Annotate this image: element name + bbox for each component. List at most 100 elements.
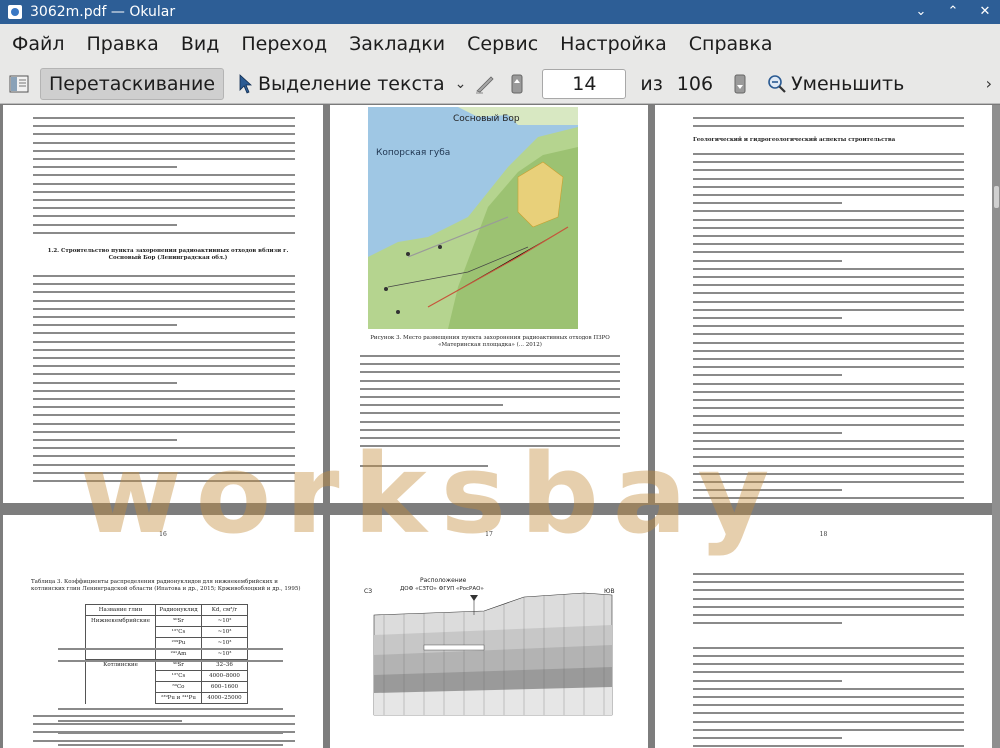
zoom-out-button[interactable]: Уменьшить	[767, 73, 904, 95]
text-line	[693, 646, 964, 649]
text-line	[33, 381, 178, 384]
text-line	[693, 614, 964, 616]
scrollbar-thumb[interactable]	[994, 186, 999, 208]
text-line	[33, 215, 295, 218]
text-line	[693, 464, 964, 467]
text-line	[693, 125, 964, 128]
section-subtitle: ДОФ «СЗТО» ФГУП «РосРАО»	[400, 586, 484, 592]
text-line	[693, 161, 964, 164]
menu-go[interactable]: Переход	[241, 33, 327, 55]
text-line	[33, 182, 295, 185]
close-icon[interactable]: ✕	[976, 3, 994, 21]
text-line	[58, 660, 283, 662]
text-line	[360, 363, 620, 366]
text-line	[360, 437, 620, 439]
table-header: Радионуклид	[155, 604, 202, 616]
text-line	[693, 235, 964, 237]
page-number-input[interactable]: 14	[542, 68, 627, 99]
location-map: Сосновый Бор Копорская губа	[368, 107, 578, 329]
text-line	[360, 404, 503, 407]
menu-settings[interactable]: Настройка	[560, 33, 667, 55]
text-line	[693, 589, 964, 592]
browse-tool-button[interactable]: Перетаскивание	[40, 67, 225, 100]
section-left-mark: СЗ	[364, 588, 372, 595]
text-line	[33, 316, 295, 318]
text-line	[33, 190, 295, 193]
page-up-icon	[511, 74, 523, 93]
table-cell: ~10³	[201, 648, 248, 660]
text-line	[693, 737, 843, 739]
text-line	[33, 231, 295, 234]
text-line	[693, 300, 964, 303]
section-right-mark: ЮВ	[604, 588, 615, 595]
table-cell	[85, 670, 156, 682]
menu-bar: Файл Правка Вид Переход Закладки Сервис …	[0, 24, 1000, 64]
text-line	[693, 177, 964, 180]
text-line	[33, 471, 295, 474]
pdf-page-16-top: Геологический и гидрогеологический аспек…	[655, 105, 992, 503]
text-line	[33, 422, 295, 425]
text-line	[693, 218, 964, 221]
menu-view[interactable]: Вид	[181, 33, 220, 55]
document-viewer[interactable]: 1.2. Строительство пункта захоронения ра…	[0, 105, 1000, 748]
text-line	[693, 687, 964, 690]
next-page-button[interactable]	[727, 71, 753, 97]
text-line	[693, 374, 843, 377]
annotation-pen-button[interactable]	[472, 71, 498, 97]
text-line	[693, 497, 964, 500]
text-line	[33, 348, 295, 351]
text-line	[33, 324, 178, 327]
text-line	[693, 745, 964, 748]
map-caption: Рисунок 3. Место размещения пункта захор…	[370, 335, 610, 348]
menu-bookmarks[interactable]: Закладки	[349, 33, 445, 55]
toolbar-overflow-icon[interactable]: ›	[986, 74, 992, 93]
total-pages-label: 106	[676, 72, 714, 95]
maximize-icon[interactable]: ⌃	[944, 3, 962, 21]
text-line	[33, 414, 295, 417]
text-line	[693, 663, 964, 666]
zoom-out-label: Уменьшить	[791, 72, 905, 95]
text-line	[693, 581, 964, 584]
text-line	[693, 704, 964, 707]
table-cell: 4000–8000	[201, 670, 248, 682]
text-line	[693, 194, 964, 196]
sidebar-toggle-button[interactable]	[6, 71, 32, 97]
table-cell	[85, 648, 156, 660]
previous-page-button[interactable]	[504, 71, 530, 97]
text-line	[33, 166, 178, 169]
text-line	[693, 333, 964, 336]
menu-help[interactable]: Справка	[689, 33, 773, 55]
text-line	[693, 605, 964, 608]
map-label-sosnovy-bor: Сосновый Бор	[453, 114, 520, 124]
chevron-down-icon[interactable]: ⌄	[455, 76, 467, 92]
text-line	[693, 308, 964, 311]
table-cell: ¹³⁷Cs	[155, 670, 202, 682]
menu-tools[interactable]: Сервис	[467, 33, 538, 55]
table-row: ¹³⁷Cs ~10³	[85, 626, 248, 638]
text-select-tool-button[interactable]: Выделение текста	[238, 73, 445, 95]
text-select-label: Выделение текста	[258, 72, 445, 95]
table-cell: ²⁴¹Am	[155, 648, 202, 660]
minimize-icon[interactable]: ⌄	[912, 3, 930, 21]
table-row: ¹³⁷Cs 4000–8000	[85, 670, 248, 682]
p14-heading: 1.2. Строительство пункта захоронения ра…	[47, 248, 289, 261]
menu-edit[interactable]: Правка	[87, 33, 159, 55]
table-cell: ~10³	[201, 626, 248, 638]
text-line	[33, 283, 295, 286]
table-cell: ~10³	[201, 637, 248, 649]
text-line	[693, 712, 964, 715]
menu-file[interactable]: Файл	[12, 33, 65, 55]
table-cell	[85, 626, 156, 638]
table-row: ²³⁹Pu ~10³	[85, 637, 248, 649]
text-line	[33, 275, 295, 277]
text-line	[693, 720, 964, 723]
text-line	[33, 357, 295, 359]
text-line	[58, 708, 283, 710]
text-line	[693, 423, 964, 426]
text-line	[360, 445, 620, 448]
text-line	[33, 117, 295, 119]
text-line	[693, 210, 964, 213]
text-line	[693, 169, 964, 172]
text-line	[360, 387, 620, 390]
text-line	[693, 349, 964, 352]
